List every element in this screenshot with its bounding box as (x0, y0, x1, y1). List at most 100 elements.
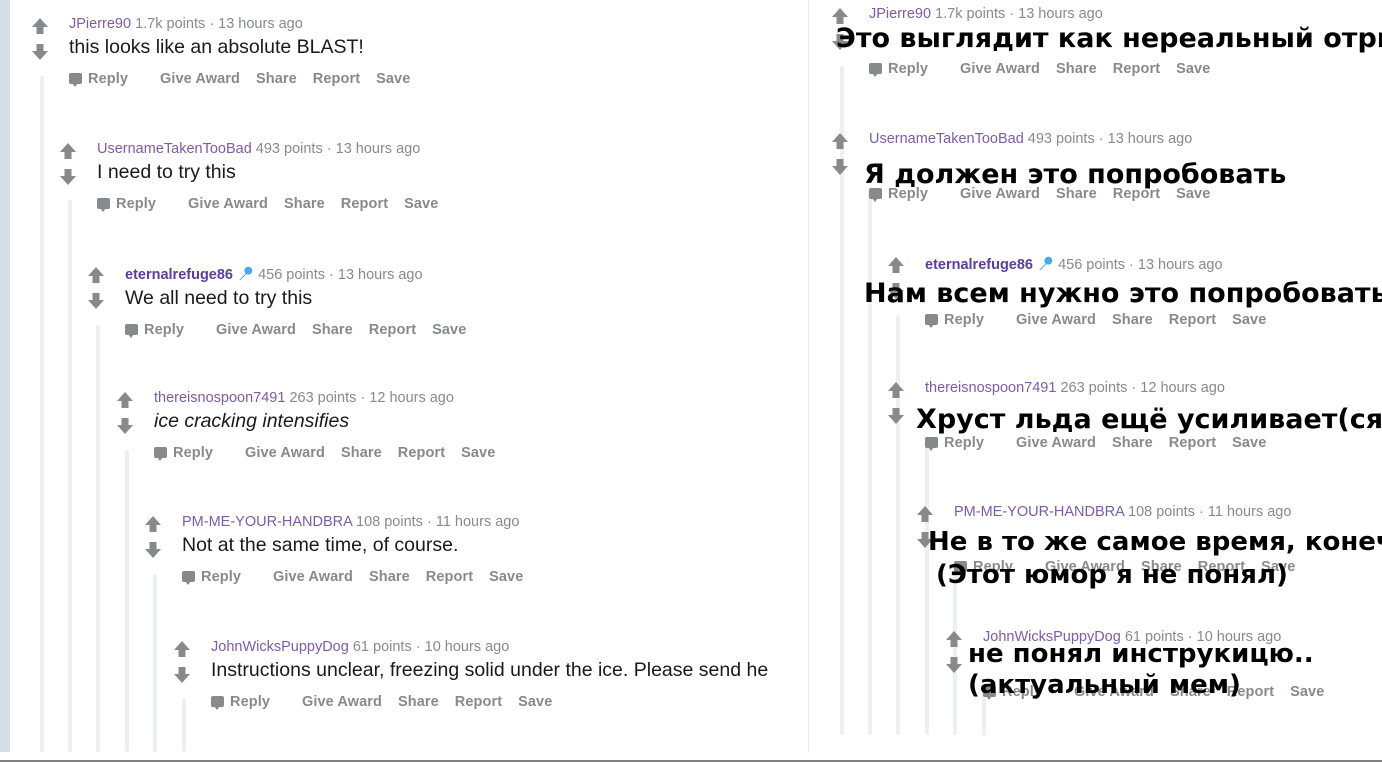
share-button-c4[interactable]: Share (341, 445, 382, 461)
comment-points-c6: 61 points (352, 639, 412, 655)
arrow-up-icon[interactable] (30, 16, 50, 36)
give-award-button-c5[interactable]: Give Award (273, 569, 353, 585)
translation-overlay-t6-line1: не понял инструкицю.. (968, 639, 1314, 669)
comment-author-c1[interactable]: JPierre90 (69, 16, 131, 32)
report-button-c4[interactable]: Report (398, 445, 445, 461)
reply-button-c3[interactable]: Reply (125, 322, 200, 338)
arrow-down-icon[interactable] (172, 665, 192, 685)
reply-button-c1[interactable]: Reply (869, 61, 944, 77)
arrow-up-icon[interactable] (143, 514, 163, 534)
arrow-up-icon[interactable] (115, 390, 135, 410)
reply-button-c6[interactable]: Reply (211, 694, 286, 710)
share-button-c5[interactable]: Share (369, 569, 410, 585)
reply-button-c5[interactable]: Reply (182, 569, 257, 585)
save-button-c5[interactable]: Save (489, 569, 523, 585)
speech-bubble-icon (211, 696, 224, 710)
thread-line-depth-4[interactable] (153, 574, 157, 752)
arrow-down-icon[interactable] (115, 416, 135, 436)
arrow-up-icon[interactable] (830, 131, 850, 151)
save-button-c4[interactable]: Save (461, 445, 495, 461)
comment-author-c5[interactable]: PM-ME-YOUR-HANDBRA (954, 504, 1124, 520)
report-button-c4[interactable]: Report (1169, 435, 1216, 451)
share-button-c4[interactable]: Share (1112, 435, 1153, 451)
thread-line-depth-2[interactable] (896, 315, 900, 735)
arrow-up-icon[interactable] (58, 141, 78, 161)
arrow-down-icon[interactable] (830, 157, 850, 177)
give-award-button-c3[interactable]: Give Award (1016, 312, 1096, 328)
comment-author-c5[interactable]: PM-ME-YOUR-HANDBRA (182, 514, 352, 530)
microphone-emoji-icon (239, 266, 253, 281)
speech-bubble-icon (925, 437, 938, 451)
arrow-up-icon[interactable] (172, 639, 192, 659)
comment-author-c4[interactable]: thereisnospoon7491 (925, 380, 1056, 396)
give-award-button-c1[interactable]: Give Award (160, 71, 240, 87)
thread-line-depth-2[interactable] (96, 325, 100, 752)
give-award-button-c3[interactable]: Give Award (216, 322, 296, 338)
thread-line-depth-3[interactable] (125, 450, 129, 752)
thread-line-depth-0[interactable] (40, 76, 44, 752)
arrow-up-icon[interactable] (886, 380, 906, 400)
reply-button-c4[interactable]: Reply (154, 445, 229, 461)
reply-button-c3[interactable]: Reply (925, 312, 1000, 328)
arrow-down-icon[interactable] (886, 406, 906, 426)
share-button-c1[interactable]: Share (1056, 61, 1097, 77)
share-button-c6[interactable]: Share (398, 694, 439, 710)
report-button-c2[interactable]: Report (341, 196, 388, 212)
comment-actions-c6: Reply Give Award Share Report Save (211, 694, 768, 710)
reply-label: Reply (201, 569, 241, 585)
thread-line-depth-3[interactable] (925, 440, 929, 735)
arrow-down-icon[interactable] (86, 291, 106, 311)
comment-age-c2: 13 hours ago (1107, 131, 1193, 147)
comment-author-c1[interactable]: JPierre90 (869, 6, 931, 22)
save-button-c3[interactable]: Save (1232, 312, 1266, 328)
save-button-c6[interactable]: Save (1290, 684, 1324, 700)
speech-bubble-icon (182, 571, 195, 585)
comment-author-c3[interactable]: eternalrefuge86 (925, 257, 1033, 273)
give-award-button-c1[interactable]: Give Award (960, 61, 1040, 77)
report-button-c6[interactable]: Report (455, 694, 502, 710)
reply-label: Reply (144, 322, 184, 338)
arrow-down-icon[interactable] (944, 655, 964, 675)
give-award-button-c4[interactable]: Give Award (245, 445, 325, 461)
arrow-up-icon[interactable] (886, 255, 906, 275)
save-button-c4[interactable]: Save (1232, 435, 1266, 451)
report-button-c3[interactable]: Report (1169, 312, 1216, 328)
save-button-c6[interactable]: Save (518, 694, 552, 710)
arrow-down-icon[interactable] (30, 42, 50, 62)
save-button-c3[interactable]: Save (432, 322, 466, 338)
comment-author-c4[interactable]: thereisnospoon7491 (154, 390, 285, 406)
thread-line-depth-1[interactable] (868, 190, 872, 735)
reply-button-c1[interactable]: Reply (69, 71, 144, 87)
share-button-c1[interactable]: Share (256, 71, 297, 87)
translation-overlay-t1: Это выглядит как нереальный отрыв (836, 23, 1382, 54)
comment-author-c3[interactable]: eternalrefuge86 (125, 267, 233, 283)
arrow-down-icon[interactable] (58, 167, 78, 187)
share-button-c3[interactable]: Share (312, 322, 353, 338)
report-button-c3[interactable]: Report (369, 322, 416, 338)
comment-author-c2[interactable]: UsernameTakenTooBad (97, 141, 252, 157)
meta-separator: · (1131, 380, 1137, 396)
translation-overlay-t6-line2: (актуальный мем) (968, 670, 1241, 700)
share-button-c3[interactable]: Share (1112, 312, 1153, 328)
comment-c5: PM-ME-YOUR-HANDBRA 108 points · 11 hours… (143, 514, 539, 585)
give-award-button-c4[interactable]: Give Award (1016, 435, 1096, 451)
share-button-c2[interactable]: Share (284, 196, 325, 212)
comment-author-c6[interactable]: JohnWicksPuppyDog (211, 639, 349, 655)
give-award-button-c2[interactable]: Give Award (188, 196, 268, 212)
comment-author-c2[interactable]: UsernameTakenTooBad (869, 131, 1024, 147)
save-button-c2[interactable]: Save (404, 196, 438, 212)
report-button-c1[interactable]: Report (313, 71, 360, 87)
arrow-up-icon[interactable] (86, 265, 106, 285)
reply-button-c2[interactable]: Reply (97, 196, 172, 212)
give-award-button-c6[interactable]: Give Award (302, 694, 382, 710)
arrow-down-icon[interactable] (143, 540, 163, 560)
save-button-c1[interactable]: Save (376, 71, 410, 87)
comment-meta-c1: JPierre90 1.7k points · 13 hours ago (869, 6, 1226, 22)
arrow-up-icon[interactable] (915, 504, 935, 524)
thread-line-depth-1[interactable] (68, 200, 72, 752)
arrow-up-icon[interactable] (944, 629, 964, 649)
reply-button-c4[interactable]: Reply (925, 435, 1000, 451)
save-button-c1[interactable]: Save (1176, 61, 1210, 77)
report-button-c5[interactable]: Report (426, 569, 473, 585)
report-button-c1[interactable]: Report (1113, 61, 1160, 77)
